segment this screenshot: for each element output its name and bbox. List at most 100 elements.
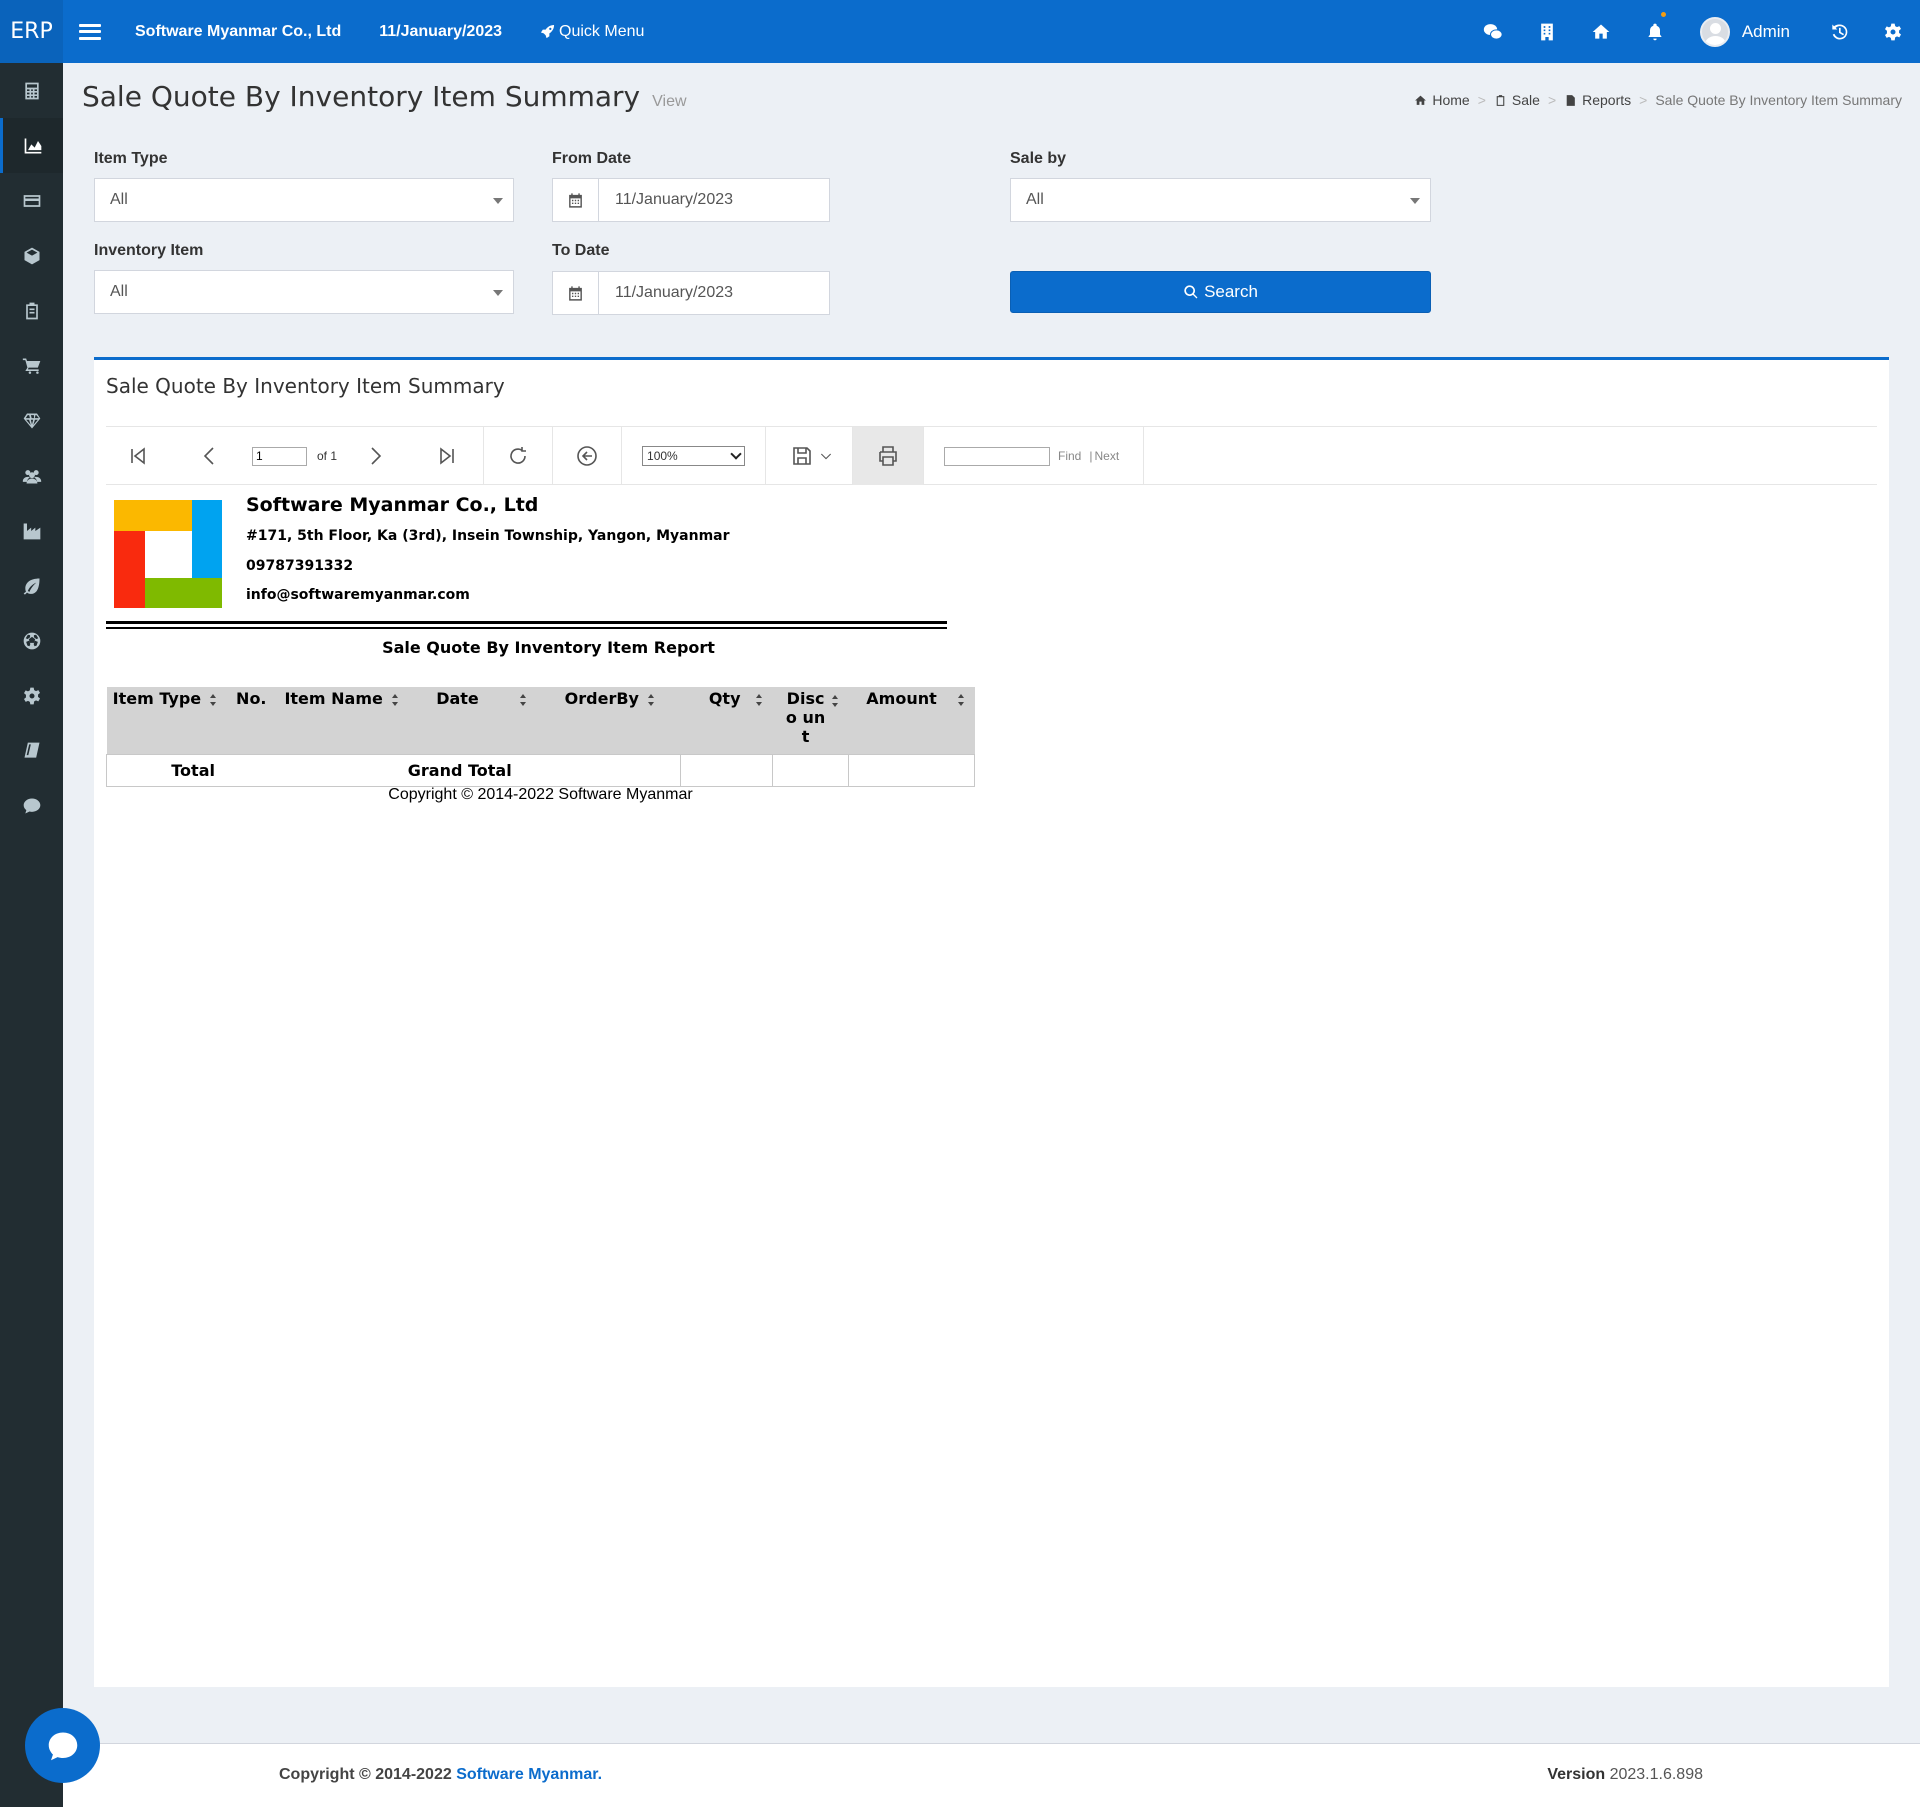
column-header-orderby[interactable]: OrderBy [538,687,681,755]
sidebar-item-inventory[interactable] [0,228,63,283]
sort-icon[interactable] [755,693,763,706]
sort-icon[interactable] [519,693,527,706]
sale-by-value: All [1026,191,1044,208]
logo-block [145,578,222,608]
inventory-item-select[interactable]: All [94,270,514,314]
from-date-field[interactable]: 11/January/2023 [552,178,830,222]
column-label: Qty [708,689,741,708]
company-logo [114,500,222,608]
column-header-qty[interactable]: Qty [680,687,773,755]
column-header-item-name[interactable]: Item Name [279,687,405,755]
item-type-select[interactable]: All [94,178,514,222]
sort-icon[interactable] [831,695,839,707]
refresh-icon[interactable] [496,427,540,485]
total-amount-cell [848,754,975,787]
logo-block [114,531,145,608]
search-button[interactable]: Search [1010,271,1431,313]
next-page-icon[interactable] [353,427,397,485]
logo-block [192,500,222,578]
settings-gear-icon[interactable] [1866,0,1920,63]
sidebar-item-manufacturing[interactable] [0,503,63,558]
report-viewer-toolbar: of 1 100% Find | Next [106,427,1877,485]
sidebar-item-hr[interactable] [0,448,63,503]
column-header-amount[interactable]: Amount [848,687,975,755]
column-header-date[interactable]: Date [404,687,539,755]
wechat-icon[interactable] [1466,0,1520,63]
sidebar-item-agriculture[interactable] [0,558,63,613]
quick-menu-button[interactable]: Quick Menu [540,23,644,41]
sidebar-toggle-icon[interactable] [79,23,101,40]
sidebar-item-tasks[interactable] [0,283,63,338]
grand-total-text: Grand Total [407,761,512,780]
book-icon [24,742,39,758]
history-icon[interactable] [1812,0,1866,63]
breadcrumb-reports[interactable]: Reports [1564,92,1631,108]
column-header-discount[interactable]: Disco unt [772,687,849,755]
diamond-icon [23,413,40,428]
back-to-parent-icon[interactable] [565,427,609,485]
find-link[interactable]: Find [1058,449,1081,463]
user-menu[interactable]: Admin [1682,16,1812,47]
sidebar-item-purchase[interactable] [0,338,63,393]
sort-icon[interactable] [209,693,217,706]
sale-by-select[interactable]: All [1010,178,1431,222]
last-page-icon[interactable] [425,427,469,485]
find-input[interactable] [944,446,1051,466]
to-date-field[interactable]: 11/January/2023 [552,271,830,315]
brand-logo[interactable]: ERP [0,0,63,63]
breadcrumb-sale-label: Sale [1511,92,1540,108]
search-icon [1184,285,1198,299]
sort-icon[interactable] [957,693,965,706]
calendar-icon[interactable] [553,272,599,314]
to-date-value[interactable]: 11/January/2023 [599,272,749,314]
file-icon [1566,94,1575,106]
back-group [553,427,623,485]
home-icon[interactable] [1574,0,1628,63]
sidebar-item-chat[interactable] [0,778,63,833]
page-title: Sale Quote By Inventory Item Summary [82,80,641,113]
report-company-name: Software Myanmar Co., Ltd [246,494,539,516]
building-icon[interactable] [1520,0,1574,63]
sidebar-item-accounting[interactable] [0,63,63,118]
previous-page-icon[interactable] [188,427,232,485]
column-header-item-type[interactable]: Item Type [106,687,224,755]
first-page-icon[interactable] [116,427,160,485]
live-chat-button[interactable] [25,1708,100,1783]
print-icon[interactable] [866,427,910,485]
save-export-icon[interactable] [788,427,816,485]
column-header-no[interactable]: No. [223,687,280,755]
sort-icon[interactable] [647,693,655,706]
sidebar-item-settings[interactable] [0,668,63,723]
search-button-label: Search [1204,282,1258,301]
page-count-label: of 1 [317,449,338,463]
column-label: OrderBy [564,689,639,708]
footer-company-link[interactable]: Software Myanmar. [456,1766,602,1783]
user-name: Admin [1741,21,1790,41]
current-date: 11/January/2023 [379,22,503,40]
quick-menu-label: Quick Menu [559,22,645,40]
sidebar-item-sale[interactable] [0,118,63,173]
bell-icon[interactable] [1628,0,1682,63]
sort-icon[interactable] [391,693,399,706]
to-date-label: To Date [552,242,610,259]
sidebar-item-library[interactable] [0,723,63,778]
chevron-down-icon[interactable] [816,427,836,485]
zoom-group: 100% [622,427,767,485]
sidebar-item-assets[interactable] [0,393,63,448]
next-link[interactable]: Next [1094,449,1119,463]
home-icon [1415,95,1427,105]
sidebar-item-sports[interactable] [0,613,63,668]
page-number-input[interactable] [252,446,307,466]
page-header: Sale Quote By Inventory Item Summary Vie… [82,80,687,113]
soccer-ball-icon [23,632,40,649]
from-date-value[interactable]: 11/January/2023 [599,179,749,221]
breadcrumb-sale[interactable]: Sale [1494,92,1540,108]
area-chart-icon [24,138,42,153]
calendar-icon[interactable] [553,179,599,221]
zoom-select[interactable]: 100% [642,446,746,466]
sidebar-item-payment[interactable] [0,173,63,228]
find-separator: | [1089,449,1093,463]
refresh-group [484,427,554,485]
column-label: Date [436,689,479,708]
breadcrumb-home[interactable]: Home [1414,92,1470,108]
